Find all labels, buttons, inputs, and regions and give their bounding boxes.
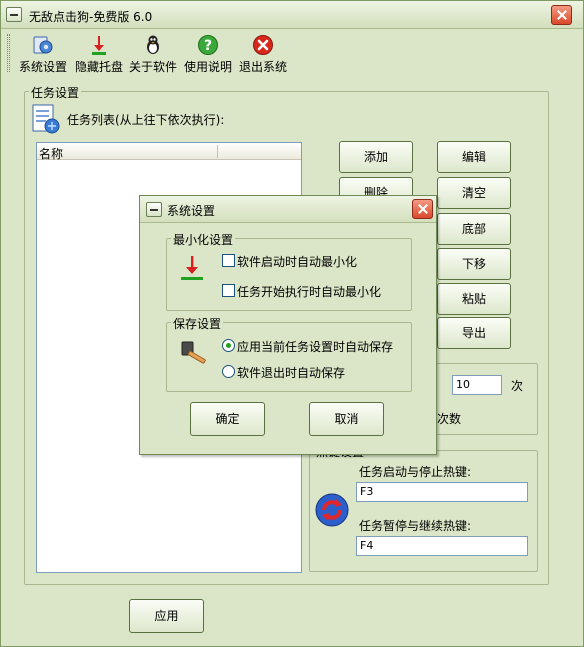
task-list-icon — [32, 104, 60, 134]
help-icon: ? — [198, 35, 218, 55]
hide-to-tray-button[interactable]: 隐藏托盘 — [73, 34, 125, 74]
tray-down-arrow-icon — [92, 36, 106, 55]
move-down-button[interactable]: 下移 — [437, 248, 511, 280]
task-list-header: 名称 — [37, 143, 301, 162]
toolbar-label: 系统设置 — [18, 60, 67, 74]
repeat-count-label: 次数 — [437, 412, 462, 426]
paste-button[interactable]: 粘贴 — [437, 283, 511, 315]
toolbar-label: 使用说明 — [183, 60, 232, 74]
hotkey-start-stop-label: 任务启动与停止热键: — [359, 465, 472, 479]
refresh-icon — [315, 493, 349, 527]
about-button[interactable]: 关于软件 — [127, 34, 179, 74]
hotkey-pause-resume-input[interactable]: F4 — [356, 536, 528, 556]
hammer-icon — [181, 341, 206, 364]
minimize-on-start-checkbox[interactable] — [222, 254, 235, 267]
svg-text:?: ? — [204, 38, 212, 54]
help-button[interactable]: ? 使用说明 — [181, 34, 235, 74]
minimize-settings-title: 最小化设置 — [171, 231, 236, 248]
close-button[interactable] — [551, 5, 572, 25]
export-button[interactable]: 导出 — [437, 317, 511, 349]
exit-icon — [253, 35, 273, 55]
save-on-apply-radio[interactable] — [222, 339, 235, 352]
title-bar: 无敌点击狗-免费版 6.0 — [1, 1, 583, 29]
task-list-label: 任务列表(从上往下依次执行): — [67, 113, 225, 127]
minimize-arrow-icon — [181, 256, 203, 280]
task-settings-title: 任务设置 — [29, 84, 82, 101]
apply-button[interactable]: 应用 — [129, 599, 204, 633]
repeat-unit-label: 次 — [511, 379, 524, 393]
repeat-count-input[interactable]: 10 — [452, 375, 502, 395]
save-settings-title: 保存设置 — [171, 315, 224, 332]
system-settings-button[interactable]: 系统设置 — [15, 34, 71, 74]
toolbar-grip[interactable] — [7, 34, 10, 72]
toolbar-label: 关于软件 — [128, 60, 177, 74]
minimize-on-task-checkbox[interactable] — [222, 284, 235, 297]
save-on-exit-radio[interactable] — [222, 365, 235, 378]
clear-button[interactable]: 清空 — [437, 177, 511, 209]
column-header-name[interactable]: 名称 — [39, 145, 63, 162]
window-title: 无敌点击狗-免费版 6.0 — [29, 10, 153, 24]
toolbar-label: 退出系统 — [238, 60, 287, 74]
minimize-on-start-label: 软件启动时自动最小化 — [237, 255, 358, 269]
add-button[interactable]: 添加 — [339, 141, 413, 173]
dialog-system-menu-button[interactable] — [146, 202, 162, 217]
cancel-button[interactable]: 取消 — [309, 402, 384, 436]
column-separator[interactable] — [217, 145, 218, 158]
minimize-on-task-label: 任务开始执行时自动最小化 — [237, 285, 382, 299]
dialog-title-bar: 系统设置 — [140, 196, 436, 223]
ok-button[interactable]: 确定 — [190, 402, 265, 436]
main-window: 无敌点击狗-免费版 6.0 系统设置 隐藏托盘 关于软件 ? 使用说明 退出系统… — [0, 0, 584, 647]
penguin-icon — [147, 35, 159, 54]
dialog-close-button[interactable] — [412, 199, 433, 219]
system-settings-dialog: 系统设置 最小化设置 软件启动时自动最小化 任务开始执行时自动最小化 保存设置 … — [139, 195, 437, 455]
hotkey-start-stop-input[interactable]: F3 — [356, 482, 528, 502]
bottom-button[interactable]: 底部 — [437, 213, 511, 245]
edit-button[interactable]: 编辑 — [437, 141, 511, 173]
save-on-apply-label: 应用当前任务设置时自动保存 — [237, 340, 394, 354]
save-on-exit-label: 软件退出时自动保存 — [237, 366, 346, 380]
exit-button[interactable]: 退出系统 — [237, 34, 289, 74]
dialog-title: 系统设置 — [167, 204, 216, 218]
settings-icon — [33, 36, 53, 54]
hotkey-pause-resume-label: 任务暂停与继续热键: — [359, 519, 472, 533]
toolbar: 系统设置 隐藏托盘 关于软件 ? 使用说明 退出系统 — [1, 30, 583, 76]
toolbar-label: 隐藏托盘 — [74, 60, 123, 74]
system-menu-button[interactable] — [6, 7, 22, 22]
